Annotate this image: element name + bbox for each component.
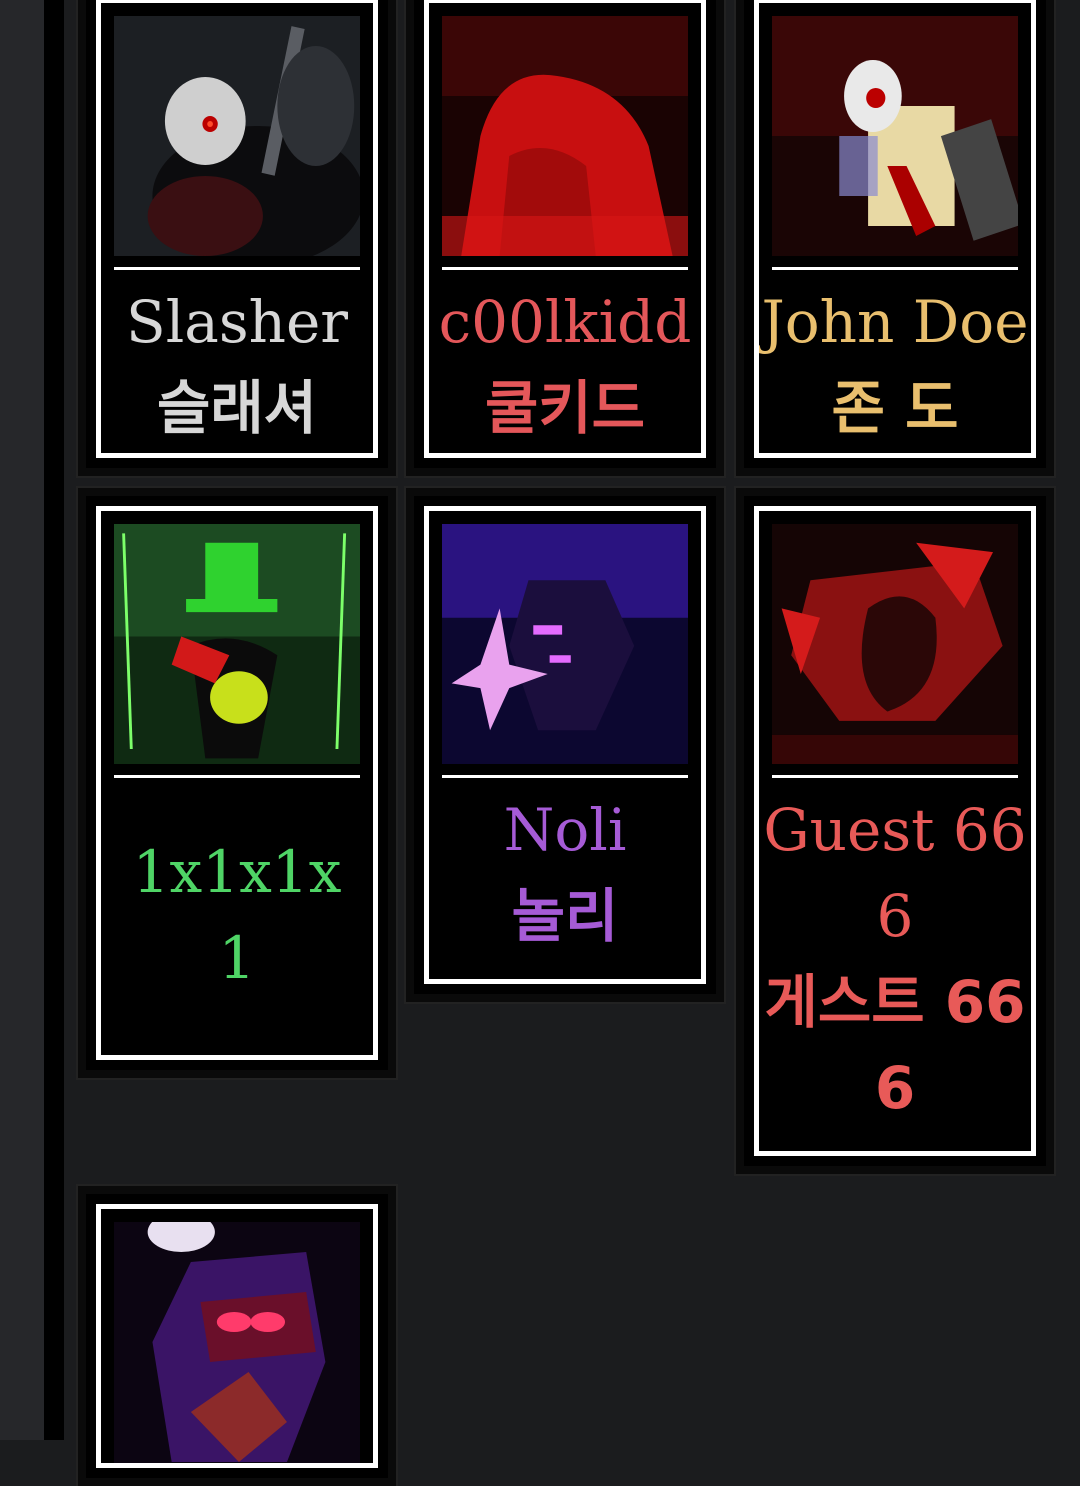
divider (442, 267, 688, 270)
card-john-doe[interactable]: John Doe 존 도 (734, 0, 1056, 478)
card-frame: 1x1x1x 1 (96, 506, 378, 1060)
card-frame (96, 1204, 378, 1468)
name-korean: 슬래셔 (156, 374, 318, 442)
name-english: John Doe (761, 288, 1029, 356)
divider (772, 775, 1018, 778)
card-guest-666[interactable]: Guest 66 6 게스트 66 6 (734, 486, 1056, 1176)
name-english: 1x1x1x (132, 838, 342, 906)
left-rule (44, 0, 64, 1440)
portrait-purple-character (114, 1222, 360, 1463)
card-slasher[interactable]: Slasher 슬래셔 (76, 0, 398, 478)
divider (114, 267, 360, 270)
portrait-john-doe (772, 16, 1018, 256)
card-frame: c00lkidd 쿨키드 (424, 0, 706, 458)
card-c00lkidd[interactable]: c00lkidd 쿨키드 (404, 0, 726, 478)
portrait-guest-666 (772, 524, 1018, 764)
portrait-c00lkidd (442, 16, 688, 256)
name-korean: 놀리 (511, 882, 619, 950)
name-english-line2: 6 (876, 882, 914, 950)
name-english: Slasher (125, 288, 349, 356)
name-english: Guest 66 (763, 796, 1027, 864)
portrait-1x1x1x1 (114, 524, 360, 764)
name-english: Noli (503, 796, 627, 864)
divider (442, 775, 688, 778)
name-korean: 게스트 66 (764, 968, 1026, 1036)
name-korean-line2: 6 (874, 1054, 916, 1122)
card-noli[interactable]: Noli 놀리 (404, 486, 726, 1004)
divider (772, 267, 1018, 270)
name-english-line2: 1 (218, 924, 256, 992)
card-frame: Slasher 슬래셔 (96, 0, 378, 458)
name-english: c00lkidd (438, 288, 692, 356)
portrait-noli (442, 524, 688, 764)
left-gutter (0, 0, 44, 1440)
card-frame: Noli 놀리 (424, 506, 706, 984)
divider (114, 775, 360, 778)
card-frame: Guest 66 6 게스트 66 6 (754, 506, 1036, 1156)
name-korean: 존 도 (831, 374, 959, 442)
portrait-slasher (114, 16, 360, 256)
card-1x1x1x1[interactable]: 1x1x1x 1 (76, 486, 398, 1080)
name-korean: 쿨키드 (484, 374, 646, 442)
card-frame: John Doe 존 도 (754, 0, 1036, 458)
card-partial[interactable] (76, 1184, 398, 1486)
